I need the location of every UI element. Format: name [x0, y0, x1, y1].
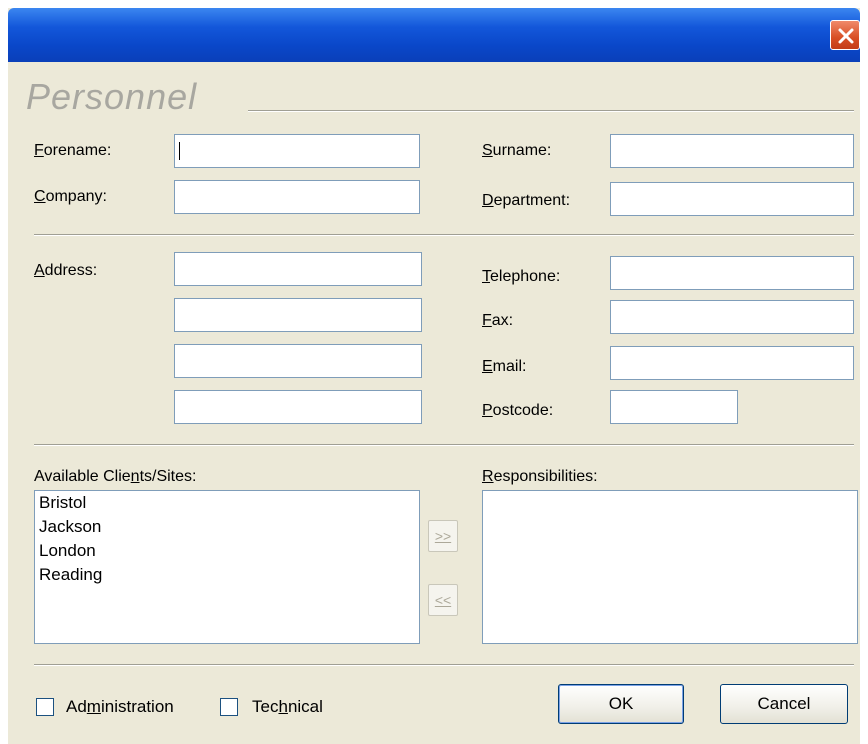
surname-field[interactable]	[610, 134, 854, 168]
available-clients-label: Available Clients/Sites:	[34, 468, 197, 485]
fax-field[interactable]	[610, 300, 854, 334]
text-caret	[179, 142, 180, 160]
forename-field[interactable]	[174, 134, 420, 168]
email-field[interactable]	[610, 346, 854, 380]
address-line-1[interactable]	[174, 252, 422, 286]
section-title-rule	[248, 110, 854, 112]
separator	[34, 664, 854, 666]
list-item[interactable]: Reading	[35, 563, 419, 587]
surname-label: Surname:	[482, 142, 552, 159]
separator	[34, 234, 854, 236]
technical-checkbox[interactable]	[220, 698, 238, 716]
postcode-field[interactable]	[610, 390, 738, 424]
list-item[interactable]: Jackson	[35, 515, 419, 539]
list-item[interactable]: London	[35, 539, 419, 563]
remove-responsibility-button[interactable]: <<	[428, 584, 458, 616]
responsibilities-label: Responsibilities:	[482, 468, 598, 485]
address-line-3[interactable]	[174, 344, 422, 378]
list-item[interactable]: Bristol	[35, 491, 419, 515]
cancel-button[interactable]: Cancel	[720, 684, 848, 724]
postcode-label: Postcode:	[482, 402, 554, 419]
section-title: Personnel	[26, 76, 198, 117]
company-label: Company:	[34, 188, 107, 205]
add-responsibility-button[interactable]: >>	[428, 520, 458, 552]
telephone-field[interactable]	[610, 256, 854, 290]
ok-button[interactable]: OK	[558, 684, 684, 724]
address-line-4[interactable]	[174, 390, 422, 424]
forename-label: Forename:	[34, 142, 112, 159]
fax-label: Fax:	[482, 312, 514, 329]
personnel-dialog: Personnel Forename: Surname: Company: De…	[8, 8, 860, 744]
responsibilities-list[interactable]	[482, 490, 858, 644]
department-field[interactable]	[610, 182, 854, 216]
close-icon	[838, 28, 854, 44]
telephone-label: Telephone:	[482, 268, 561, 285]
administration-label[interactable]: Administration	[66, 697, 174, 717]
technical-label[interactable]: Technical	[252, 697, 323, 717]
department-label: Department:	[482, 192, 571, 209]
company-field[interactable]	[174, 180, 420, 214]
address-line-2[interactable]	[174, 298, 422, 332]
address-label: Address:	[34, 262, 98, 279]
administration-checkbox[interactable]	[36, 698, 54, 716]
close-button[interactable]	[830, 20, 860, 50]
separator	[34, 444, 854, 446]
title-bar[interactable]	[8, 8, 860, 62]
available-clients-list[interactable]: Bristol Jackson London Reading	[34, 490, 420, 644]
email-label: Email:	[482, 358, 527, 375]
